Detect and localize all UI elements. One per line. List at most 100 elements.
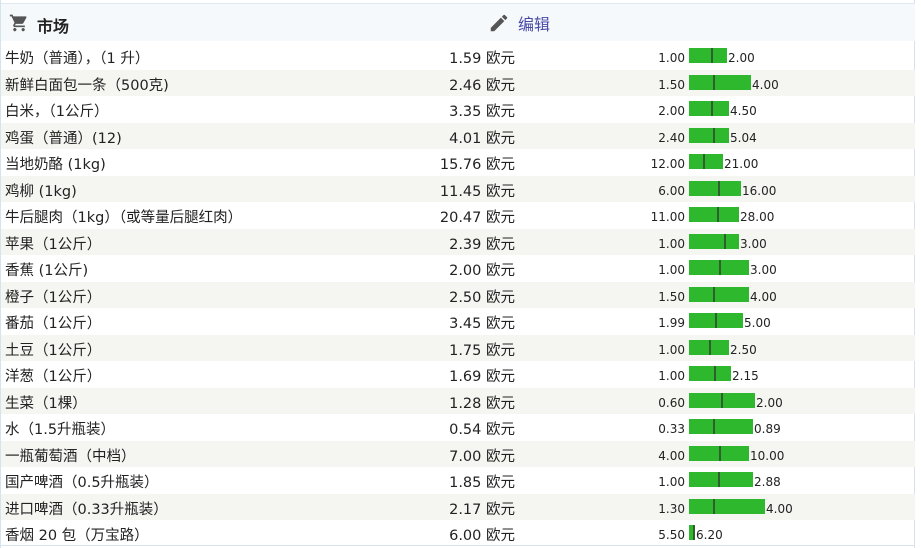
item-name: 牛后腿肉（1kg）（或等量后腿红肉） — [5, 210, 243, 226]
item-name: 香烟 20 包（万宝路） — [5, 528, 149, 544]
price-range-bar — [689, 233, 739, 249]
range-min: 0.60 — [658, 395, 685, 410]
market-panel: 市场 编辑 牛奶（普通），（1 升） 1.59 欧元 1.00 2.00 新鲜白面包一条… — [0, 0, 915, 548]
item-name: 番茄（1公斤） — [5, 316, 102, 332]
item-price: 11.45 欧元 — [439, 183, 515, 200]
price-range-bar — [689, 419, 753, 434]
price-marker — [713, 419, 715, 434]
price-marker — [715, 313, 717, 328]
edit-label[interactable]: 编辑 — [518, 11, 550, 35]
price-range-bar — [689, 313, 743, 328]
range-min: 1.00 — [658, 342, 685, 357]
price-marker — [719, 445, 721, 461]
item-price: 7.00 欧元 — [449, 448, 515, 465]
table-row: 鸡柳 (1kg) 11.45 欧元 6.00 16.00 — [1, 175, 915, 202]
item-price: 6.00 欧元 — [449, 528, 515, 544]
price-marker — [711, 48, 713, 63]
item-name: 鸡柳 (1kg) — [5, 183, 77, 200]
item-name: 橙子（1公斤） — [5, 289, 102, 306]
range-max: 3.00 — [740, 236, 767, 251]
price-marker — [718, 180, 720, 196]
range-max: 4.00 — [750, 289, 777, 304]
item-price: 1.75 欧元 — [449, 342, 515, 359]
table-row: 橙子（1公斤） 2.50 欧元 1.50 4.00 — [1, 281, 915, 308]
table-row: 进口啤酒（0.33升瓶装） 2.17 欧元 1.30 4.00 — [1, 493, 915, 520]
item-name: 新鲜白面包一条（500克) — [5, 77, 169, 94]
range-max: 2.88 — [754, 475, 781, 489]
item-price: 0.54 欧元 — [449, 422, 515, 438]
table-row: 新鲜白面包一条（500克) 2.46 欧元 1.50 4.00 — [1, 69, 915, 96]
item-price: 1.69 欧元 — [449, 369, 515, 385]
price-table: 牛奶（普通），（1 升） 1.59 欧元 1.00 2.00 新鲜白面包一条（500克)… — [1, 43, 915, 547]
item-price: 1.85 欧元 — [449, 475, 515, 491]
table-row: 生菜（1棵） 1.28 欧元 0.60 2.00 — [1, 387, 915, 414]
item-name: 牛奶（普通），（1 升） — [5, 51, 150, 67]
range-min: 1.50 — [658, 289, 685, 304]
price-marker — [713, 498, 715, 514]
range-max: 2.50 — [730, 342, 757, 357]
range-max: 0.89 — [754, 422, 781, 436]
item-name: 洋葱（1公斤） — [5, 369, 102, 385]
table-row: 国产啤酒（0.5升瓶装） 1.85 欧元 1.00 2.88 — [1, 467, 915, 494]
table-row: 鸡蛋（普通）(12) 4.01 欧元 2.40 5.04 — [1, 122, 915, 149]
range-min: 1.00 — [658, 263, 685, 277]
divider — [1, 545, 915, 546]
price-marker — [709, 339, 711, 355]
price-range-bar — [689, 101, 729, 116]
item-name: 进口啤酒（0.33升瓶装） — [5, 501, 168, 518]
item-price: 2.17 欧元 — [449, 501, 515, 518]
item-price: 3.45 欧元 — [449, 316, 515, 332]
item-name: 鸡蛋（普通）(12) — [5, 130, 122, 147]
item-price: 4.01 欧元 — [449, 130, 515, 147]
price-range-bar — [689, 472, 753, 487]
price-marker — [719, 260, 721, 275]
item-name: 国产啤酒（0.5升瓶装） — [5, 475, 159, 491]
table-row: 水（1.5升瓶装） 0.54 欧元 0.33 0.89 — [1, 414, 915, 441]
table-row: 牛后腿肉（1kg）（或等量后腿红肉） 20.47 欧元 11.00 28.00 — [1, 202, 915, 229]
item-price: 1.59 欧元 — [449, 51, 515, 67]
price-marker — [713, 74, 715, 90]
item-price: 2.00 欧元 — [449, 263, 515, 279]
range-min: 1.00 — [658, 51, 685, 65]
item-name: 土豆（1公斤） — [5, 342, 102, 359]
range-min: 2.40 — [658, 130, 685, 145]
range-min: 2.00 — [658, 104, 685, 118]
range-max: 6.20 — [696, 528, 723, 542]
range-min: 11.00 — [650, 210, 685, 224]
price-marker — [713, 286, 715, 302]
price-range-bar — [689, 498, 765, 514]
table-row: 牛奶（普通），（1 升） 1.59 欧元 1.00 2.00 — [1, 43, 915, 70]
table-row: 香烟 20 包（万宝路） 6.00 欧元 5.50 6.20 — [1, 520, 915, 547]
range-min: 12.00 — [650, 157, 685, 171]
range-max: 5.00 — [744, 316, 771, 330]
price-marker — [703, 154, 705, 169]
range-min: 1.99 — [658, 316, 685, 330]
price-range-bar — [689, 339, 729, 355]
item-name: 白米，（1公斤） — [5, 104, 109, 120]
table-row: 洋葱（1公斤） 1.69 欧元 1.00 2.15 — [1, 361, 915, 388]
price-range-bar — [689, 180, 741, 196]
range-max: 4.00 — [766, 501, 793, 516]
item-price: 2.50 欧元 — [449, 289, 515, 306]
price-range-bar — [689, 74, 751, 90]
table-row: 当地奶酪 (1kg) 15.76 欧元 12.00 21.00 — [1, 149, 915, 176]
panel-header: 市场 编辑 — [1, 3, 915, 41]
price-range-bar — [689, 366, 731, 381]
price-marker — [714, 366, 716, 381]
range-min: 6.00 — [658, 183, 685, 198]
item-name: 苹果（1公斤） — [5, 236, 102, 253]
price-marker — [711, 101, 713, 116]
price-range-bar — [689, 48, 727, 63]
range-max: 21.00 — [724, 157, 759, 171]
price-range-bar — [689, 392, 755, 408]
price-range-bar — [689, 286, 749, 302]
range-min: 1.50 — [658, 77, 685, 92]
price-marker — [717, 207, 719, 222]
table-row: 白米，（1公斤） 3.35 欧元 2.00 4.50 — [1, 96, 915, 123]
price-range-bar — [689, 207, 739, 222]
page-title: 市场 — [37, 17, 70, 36]
price-range-bar — [689, 445, 749, 461]
edit-button[interactable]: 编辑 — [488, 11, 550, 35]
price-marker — [721, 392, 723, 408]
item-price: 2.46 欧元 — [449, 77, 515, 94]
